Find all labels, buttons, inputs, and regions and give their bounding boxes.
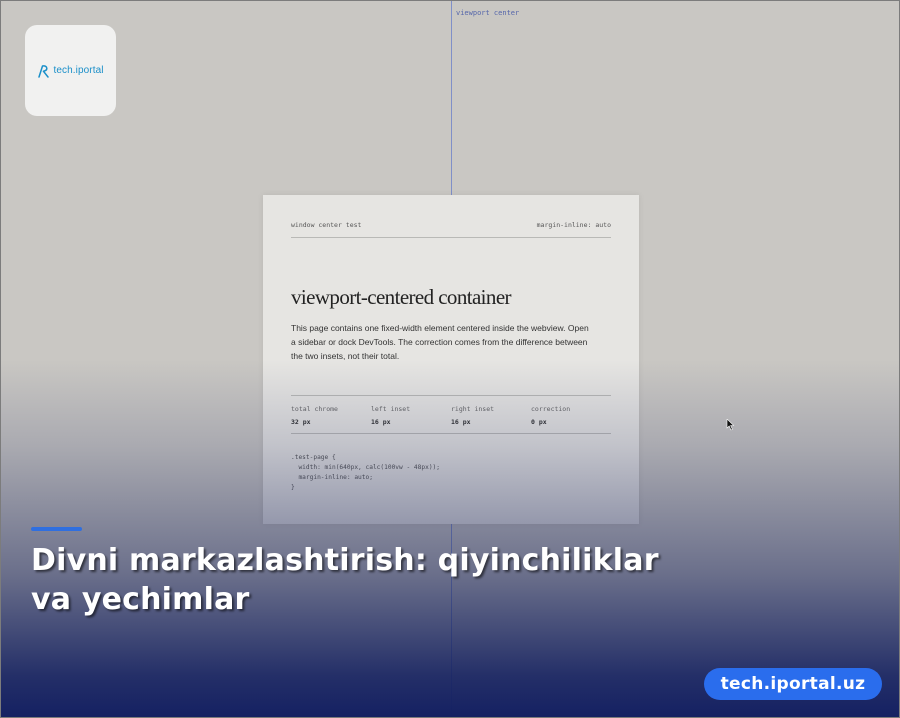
- stat-label: right inset: [451, 405, 495, 413]
- logo-text: tech.iportal: [53, 65, 104, 76]
- stat-label: total chrome: [291, 405, 338, 413]
- panel-title: viewport-centered container: [291, 285, 512, 309]
- stat-label: left inset: [371, 405, 411, 413]
- site-url-badge[interactable]: tech.iportal.uz: [704, 668, 882, 700]
- article-headline: Divni markazlashtirish: qiyinchiliklar v…: [31, 543, 659, 617]
- stat-left-inset: left inset 16 px: [371, 396, 451, 433]
- stat-value: 16 px: [371, 418, 391, 426]
- stylized-r-icon: [38, 64, 50, 78]
- panel-header: window center test margin-inline: auto: [291, 221, 611, 238]
- stat-value: 32 px: [291, 418, 311, 426]
- test-page-panel: window center test margin-inline: auto v…: [263, 195, 639, 524]
- panel-header-title: window center test: [291, 221, 362, 229]
- panel-description: This page contains one fixed-width eleme…: [291, 323, 589, 361]
- stat-value: 0 px: [531, 418, 547, 426]
- screenshot-stage: viewport center window center test margi…: [0, 0, 900, 718]
- stat-value: 16 px: [451, 418, 471, 426]
- css-code-snippet: .test-page { width: min(640px, calc(100v…: [291, 454, 441, 491]
- viewport-center-label: viewport center: [456, 9, 520, 17]
- mouse-cursor-icon: [726, 419, 735, 431]
- inset-stats-row: total chrome 32 px left inset 16 px righ…: [291, 395, 611, 434]
- stat-right-inset: right inset 16 px: [451, 396, 531, 433]
- stat-correction: correction 0 px: [531, 396, 611, 433]
- headline-accent-bar: [31, 527, 82, 531]
- site-logo[interactable]: tech.iportal: [25, 25, 116, 116]
- stat-total-chrome: total chrome 32 px: [291, 396, 371, 433]
- stat-label: correction: [531, 405, 571, 413]
- panel-header-rule: margin-inline: auto: [536, 221, 611, 229]
